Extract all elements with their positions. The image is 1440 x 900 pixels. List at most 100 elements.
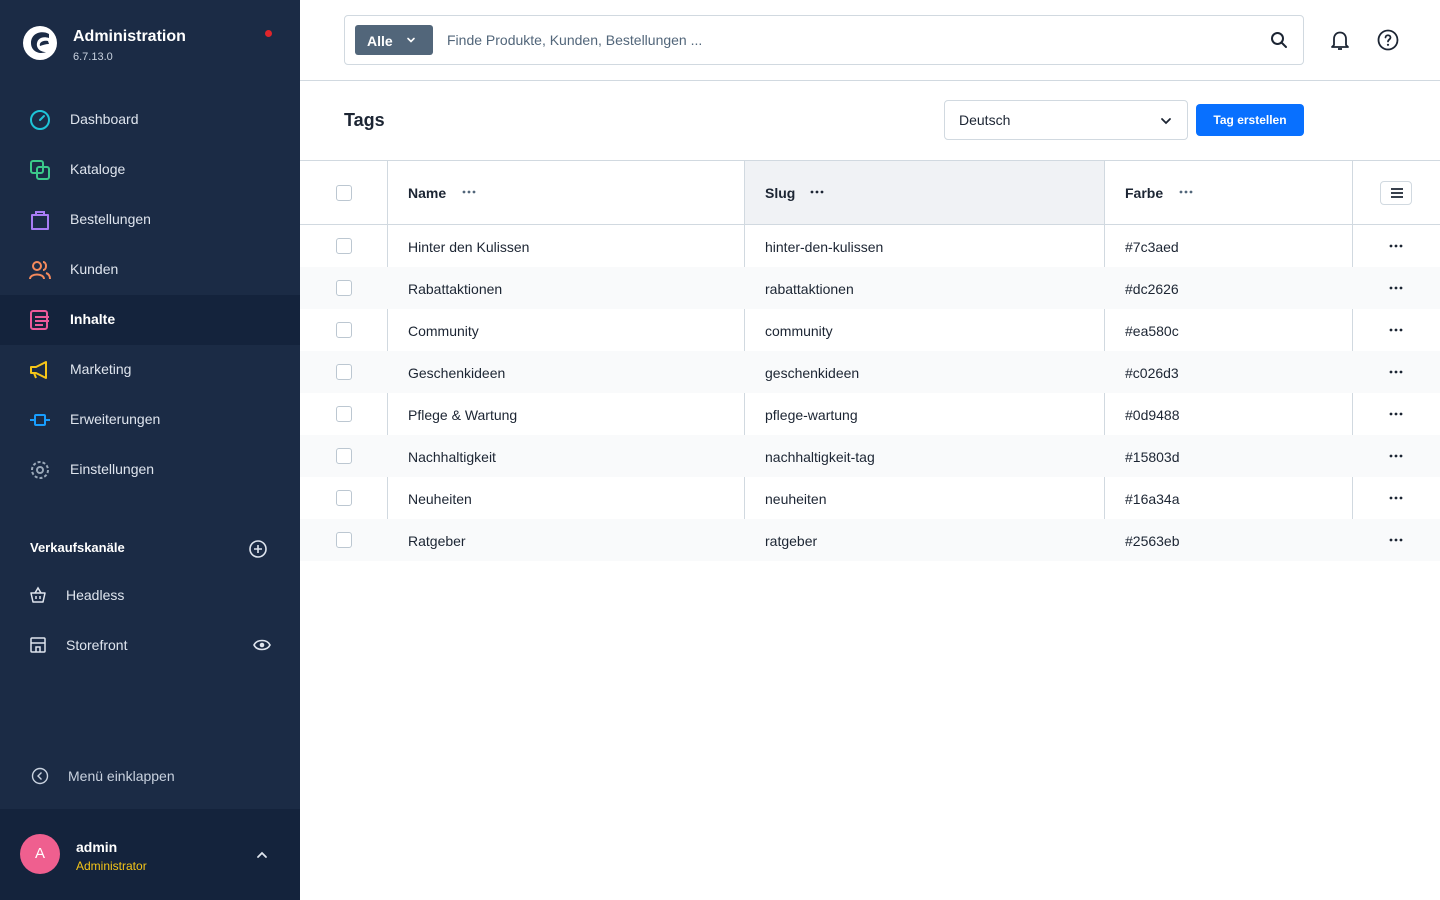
row-checkbox[interactable]: [336, 406, 352, 422]
language-select[interactable]: Deutsch: [944, 100, 1188, 140]
table-row[interactable]: Neuheiten neuheiten #16a34a: [300, 477, 1440, 519]
tag-name[interactable]: Rabattaktionen: [408, 281, 502, 297]
row-actions-icon[interactable]: [1388, 449, 1404, 463]
sidebar-item-orders[interactable]: Bestellungen: [0, 195, 300, 245]
row-checkbox[interactable]: [336, 322, 352, 338]
tag-color: #c026d3: [1125, 365, 1179, 381]
sidebar-item-content[interactable]: Inhalte: [0, 295, 300, 345]
sidebar-item-label: Kataloge: [70, 161, 126, 177]
gear-icon: [31, 461, 49, 479]
sidebar-item-extensions[interactable]: Erweiterungen: [0, 395, 300, 445]
add-sales-channel-icon[interactable]: [248, 539, 268, 559]
content-icon: [30, 310, 49, 330]
table-row[interactable]: Rabattaktionen rabattaktionen #dc2626: [300, 267, 1440, 309]
tag-color: #dc2626: [1125, 281, 1179, 297]
table-row[interactable]: Hinter den Kulissen hinter-den-kulissen …: [300, 225, 1440, 267]
sales-channel-headless[interactable]: Headless: [0, 570, 300, 620]
avatar: A: [20, 834, 60, 874]
more-icon[interactable]: [461, 184, 477, 200]
sales-channel-label: Storefront: [66, 637, 128, 653]
tag-slug: hinter-den-kulissen: [765, 239, 884, 255]
shopware-logo-icon: [23, 26, 57, 60]
dashboard-icon: [30, 110, 50, 130]
brand: Administration 6.7.13.0: [22, 24, 282, 68]
chevron-up-icon[interactable]: [254, 847, 270, 863]
row-actions-icon[interactable]: [1388, 323, 1404, 337]
sidebar-item-catalogues[interactable]: Kataloge: [0, 145, 300, 195]
brand-title: Administration: [73, 28, 186, 45]
row-actions-icon[interactable]: [1388, 491, 1404, 505]
tag-name[interactable]: Geschenkideen: [408, 365, 505, 381]
tag-slug: ratgeber: [765, 533, 818, 549]
tag-name[interactable]: Hinter den Kulissen: [408, 239, 529, 255]
shopping-bag-icon: [31, 211, 49, 230]
collapse-menu-label: Menü einklappen: [68, 768, 175, 784]
list-icon: [1391, 188, 1403, 198]
tag-name[interactable]: Nachhaltigkeit: [408, 449, 496, 465]
sidebar-item-customers[interactable]: Kunden: [0, 245, 300, 295]
table-row[interactable]: Ratgeber ratgeber #2563eb: [300, 519, 1440, 561]
row-actions-icon[interactable]: [1388, 281, 1404, 295]
tag-name[interactable]: Community: [408, 323, 479, 339]
row-checkbox[interactable]: [336, 364, 352, 380]
tag-color: #ea580c: [1125, 323, 1179, 339]
column-header-slug[interactable]: Slug: [765, 185, 795, 201]
search-icon[interactable]: [1270, 31, 1288, 49]
users-icon: [29, 261, 51, 280]
tag-color: #7c3aed: [1125, 239, 1179, 255]
tag-name[interactable]: Neuheiten: [408, 491, 472, 507]
chevron-down-icon: [407, 37, 415, 43]
row-checkbox[interactable]: [336, 238, 352, 254]
sidebar-item-label: Marketing: [70, 361, 132, 377]
row-checkbox[interactable]: [336, 448, 352, 464]
row-actions-icon[interactable]: [1388, 239, 1404, 253]
sidebar-item-label: Dashboard: [70, 111, 139, 127]
search-input[interactable]: [447, 28, 1247, 52]
top-bar: Alle: [300, 0, 1440, 81]
more-icon[interactable]: [1178, 184, 1194, 200]
sorted-column-highlight: [744, 161, 1104, 224]
notification-dot: [265, 30, 272, 37]
tag-name[interactable]: Pflege & Wartung: [408, 407, 517, 423]
create-tag-button[interactable]: Tag erstellen: [1196, 104, 1304, 136]
row-actions-icon[interactable]: [1388, 533, 1404, 547]
row-actions-icon[interactable]: [1388, 407, 1404, 421]
sidebar-item-label: Inhalte: [70, 311, 116, 327]
collapse-menu-button[interactable]: Menü einklappen: [0, 755, 300, 795]
row-checkbox[interactable]: [336, 532, 352, 548]
search-type-select[interactable]: Alle: [355, 25, 433, 55]
grid-header: Name Slug Farbe: [300, 160, 1440, 225]
user-role: Administrator: [76, 859, 147, 873]
row-checkbox[interactable]: [336, 490, 352, 506]
sidebar-item-label: Erweiterungen: [70, 411, 161, 427]
column-header-name[interactable]: Name: [408, 185, 446, 201]
basket-icon: [30, 586, 46, 603]
sidebar: Administration 6.7.13.0 Dashboard Katalo…: [0, 0, 300, 900]
bell-icon[interactable]: [1328, 28, 1352, 52]
table-row[interactable]: Geschenkideen geschenkideen #c026d3: [300, 351, 1440, 393]
column-header-color[interactable]: Farbe: [1125, 185, 1163, 201]
sales-channel-storefront[interactable]: Storefront: [0, 620, 300, 670]
user-menu[interactable]: A admin Administrator: [0, 809, 300, 900]
table-row[interactable]: Pflege & Wartung pflege-wartung #0d9488: [300, 393, 1440, 435]
table-row[interactable]: Nachhaltigkeit nachhaltigkeit-tag #15803…: [300, 435, 1440, 477]
storefront-icon: [30, 637, 46, 653]
select-all-checkbox[interactable]: [336, 185, 352, 201]
tag-name[interactable]: Ratgeber: [408, 533, 466, 549]
language-select-value: Deutsch: [959, 112, 1011, 128]
eye-icon[interactable]: [253, 637, 271, 653]
sidebar-item-dashboard[interactable]: Dashboard: [0, 95, 300, 145]
help-icon[interactable]: [1376, 28, 1400, 52]
row-checkbox[interactable]: [336, 280, 352, 296]
sidebar-item-settings[interactable]: Einstellungen: [0, 445, 300, 495]
column-settings-button[interactable]: [1380, 181, 1412, 205]
page-title: Tags: [344, 110, 385, 130]
row-actions-icon[interactable]: [1388, 365, 1404, 379]
sidebar-item-marketing[interactable]: Marketing: [0, 345, 300, 395]
tag-slug: community: [765, 323, 833, 339]
sidebar-item-label: Einstellungen: [70, 461, 155, 477]
sidebar-item-label: Bestellungen: [70, 211, 151, 227]
table-row[interactable]: Community community #ea580c: [300, 309, 1440, 351]
more-icon[interactable]: [809, 184, 825, 200]
tag-slug: rabattaktionen: [765, 281, 854, 297]
